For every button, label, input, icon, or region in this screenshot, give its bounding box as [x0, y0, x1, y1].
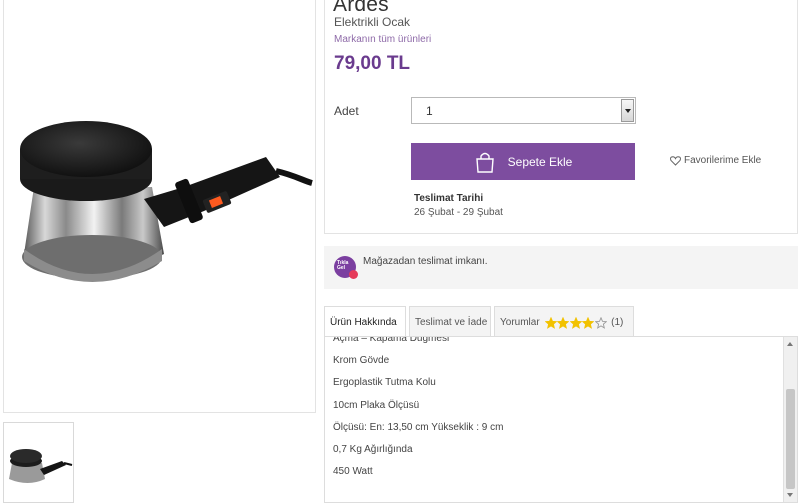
store-logo-text: Tıkla Gel: [337, 260, 349, 271]
add-to-cart-label: Sepete Ekle: [507, 154, 573, 169]
spec-item: Ölçüsü: En: 13,50 cm Yükseklik : 9 cm: [333, 421, 504, 433]
product-main-image[interactable]: [3, 0, 316, 413]
product-thumbnail[interactable]: [3, 422, 74, 503]
scroll-down-arrow-icon[interactable]: [784, 489, 797, 502]
add-to-cart-button[interactable]: Sepete Ekle: [411, 143, 635, 180]
tab-reviews-label: Yorumlar: [500, 317, 540, 328]
spec-item: Ergoplastik Tutma Kolu: [333, 377, 436, 389]
tab-content-panel[interactable]: Açma – Kapama Düğmesi Krom Gövde Ergoplast…: [324, 336, 798, 503]
star-empty-icon: [594, 317, 607, 329]
shopping-bag-icon: [475, 152, 494, 173]
review-count: (1): [611, 317, 624, 328]
product-tabs: Ürün Hakkında Teslimat ve İade Yorumlar …: [324, 306, 798, 337]
delivery-date-title: Teslimat Tarihi: [414, 193, 484, 204]
tab-delivery-return[interactable]: Teslimat ve İade: [409, 306, 491, 337]
add-to-favorites-label: Favorilerime Ekle: [684, 155, 762, 166]
product-subtitle: Elektrikli Ocak: [334, 15, 411, 29]
chevron-down-icon[interactable]: [621, 99, 634, 122]
electric-hotplate-image: [20, 121, 313, 282]
brand-all-products-link[interactable]: Markanın tüm ürünleri: [334, 34, 431, 45]
star-filled-icon: [557, 317, 570, 329]
add-to-favorites-button[interactable]: Favorilerime Ekle: [670, 155, 761, 166]
store-delivery-text: Mağazadan teslimat imkanı.: [363, 256, 488, 267]
spec-item: 450 Watt: [333, 466, 373, 478]
spec-item: 0,7 Kg Ağırlığında: [333, 443, 413, 455]
spec-list: Açma – Kapama Düğmesi Krom Gövde Ergoplast…: [333, 336, 504, 488]
product-info-panel: Ardes Elektrikli Ocak Markanın tüm ürünl…: [324, 0, 798, 234]
quantity-value: 1: [426, 104, 433, 118]
spec-item: Açma – Kapama Düğmesi: [333, 336, 450, 344]
heart-icon: [670, 155, 681, 166]
spec-item: Krom Gövde: [333, 355, 390, 367]
scrollbar[interactable]: [783, 337, 797, 502]
scrollbar-thumb[interactable]: [786, 389, 795, 489]
quantity-select[interactable]: 1: [411, 97, 636, 124]
scroll-up-arrow-icon[interactable]: [784, 337, 797, 350]
quantity-label: Adet: [334, 104, 359, 118]
star-filled-icon: [582, 317, 595, 329]
tikla-gel-logo: Tıkla Gel: [334, 256, 358, 279]
star-filled-icon: [569, 317, 582, 329]
hotplate-thumbnail-image: [9, 449, 73, 483]
rating-stars: [544, 317, 608, 329]
delivery-date-range: 26 Şubat - 29 Şubat: [414, 207, 503, 218]
store-delivery-banner: Tıkla Gel Mağazadan teslimat imkanı.: [324, 246, 798, 289]
tab-product-about[interactable]: Ürün Hakkında: [324, 306, 406, 337]
tab-reviews[interactable]: Yorumlar (1): [494, 306, 634, 337]
spec-item: 10cm Plaka Ölçüsü: [333, 399, 420, 411]
star-filled-icon: [544, 317, 557, 329]
product-price: 79,00 TL: [334, 53, 411, 74]
